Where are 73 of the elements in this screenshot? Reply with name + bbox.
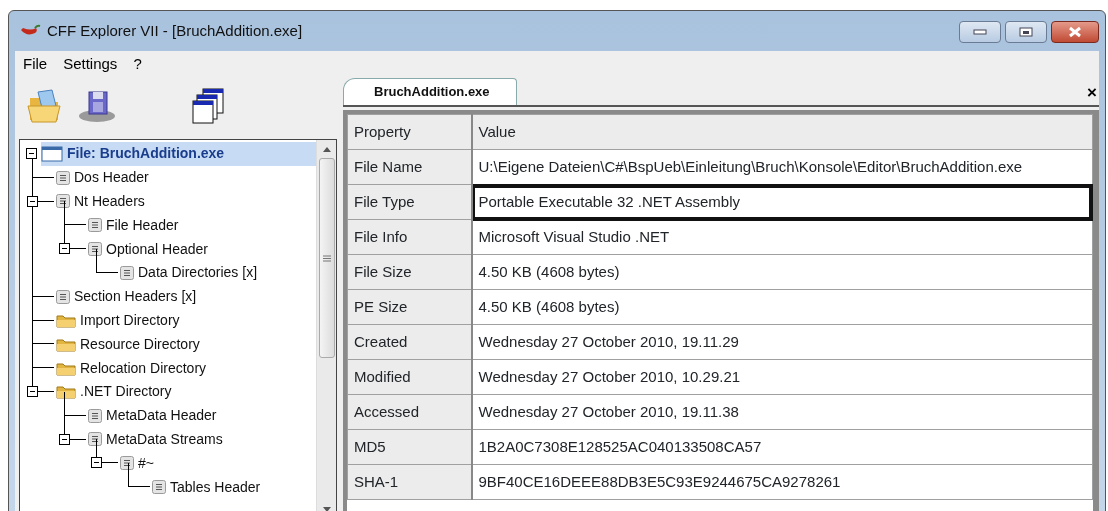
value-cell[interactable]: Wednesday 27 October 2010, 19.11.38 — [471, 394, 1092, 430]
collapse-toggle[interactable] — [59, 243, 70, 255]
restore-icon — [1019, 27, 1033, 37]
menu-item[interactable]: File — [17, 52, 54, 76]
document-icon — [88, 408, 102, 423]
property-cell: PE Size — [347, 289, 472, 325]
collapse-toggle[interactable] — [27, 195, 38, 207]
grip-icon — [322, 254, 331, 262]
property-cell: MD5 — [347, 429, 472, 465]
document-icon — [56, 289, 70, 304]
document-icon — [120, 456, 134, 471]
folder-icon — [56, 336, 76, 352]
property-cell: File Info — [347, 219, 472, 255]
document-icon — [120, 265, 134, 280]
value-cell[interactable]: 4.50 KB (4608 bytes) — [471, 289, 1092, 325]
scrollbar[interactable] — [316, 140, 336, 511]
collapse-toggle[interactable] — [59, 433, 70, 445]
tree-item[interactable]: .NET Directory — [56, 379, 316, 404]
file-tab[interactable]: BruchAddition.exe — [343, 78, 517, 105]
value-cell[interactable]: 4.50 KB (4608 bytes) — [471, 254, 1092, 290]
tree-item[interactable]: Resource Directory — [56, 332, 316, 357]
tree-item[interactable]: Data Directories [x] — [120, 261, 316, 285]
tree-item[interactable]: Tables Header — [152, 475, 316, 499]
value-cell[interactable]: 1B2A0C7308E128525AC040133508CA57 — [471, 429, 1092, 465]
folder-icon — [56, 360, 76, 376]
property-cell: Modified — [347, 359, 472, 395]
property-cell: SHA-1 — [347, 464, 472, 500]
column-header: Property — [347, 114, 472, 150]
value-cell[interactable]: Portable Executable 32 .NET Assembly — [471, 184, 1092, 220]
value-cell[interactable]: Wednesday 27 October 2010, 19.11.29 — [471, 324, 1092, 360]
tree-item[interactable]: Relocation Directory — [56, 356, 316, 380]
tree-item[interactable]: File: BruchAddition.exe — [41, 142, 316, 166]
property-cell: File Name — [347, 149, 472, 185]
tree-item[interactable]: Optional Header — [88, 237, 316, 261]
tree-item[interactable]: #~ — [120, 451, 316, 476]
menu-item[interactable]: Settings — [57, 52, 124, 76]
close-icon — [1067, 26, 1083, 38]
property-cell: Accessed — [347, 394, 472, 430]
property-cell: Created — [347, 324, 472, 360]
window-icon — [41, 145, 63, 162]
value-cell[interactable]: Microsoft Visual Studio .NET — [471, 219, 1092, 255]
tree-item[interactable]: Dos Header — [56, 165, 316, 190]
tree-item[interactable]: MetaData Streams — [88, 427, 316, 452]
property-cell: File Type — [347, 184, 472, 220]
document-icon — [88, 432, 102, 447]
tree-item[interactable]: Section Headers [x] — [56, 284, 316, 309]
document-icon — [152, 480, 166, 495]
value-cell[interactable]: 9BF40CE16DEEE88DB3E5C93E9244675CA9278261 — [471, 464, 1092, 500]
scroll-down-icon[interactable] — [322, 506, 331, 511]
tree-item[interactable]: File Header — [88, 213, 316, 238]
tree-item[interactable]: MetaData Header — [88, 403, 316, 428]
collapse-toggle[interactable] — [27, 385, 38, 397]
menu-item[interactable]: ? — [127, 52, 148, 76]
close-button[interactable] — [1051, 21, 1099, 43]
collapse-toggle[interactable] — [26, 148, 37, 160]
tree-item[interactable]: Import Directory — [56, 308, 316, 333]
minimize-icon — [973, 29, 987, 35]
window-title: CFF Explorer VII - [BruchAddition.exe] — [47, 20, 303, 41]
minimize-button[interactable] — [959, 21, 1001, 43]
close-tab-button[interactable]: × — [1087, 84, 1097, 101]
document-icon — [56, 170, 70, 185]
maximize-button[interactable] — [1005, 21, 1047, 43]
document-icon — [88, 242, 102, 257]
column-header: Value — [471, 114, 1092, 150]
document-icon — [88, 218, 102, 233]
property-cell: File Size — [347, 254, 472, 290]
document-icon — [56, 194, 70, 209]
collapse-toggle[interactable] — [91, 457, 102, 469]
tree-item[interactable]: Nt Headers — [56, 189, 316, 214]
value-cell[interactable]: Wednesday 27 October 2010, 10.29.21 — [471, 359, 1092, 395]
folder-icon — [56, 384, 76, 400]
scroll-up-icon[interactable] — [322, 146, 331, 152]
folder-icon — [56, 312, 76, 328]
